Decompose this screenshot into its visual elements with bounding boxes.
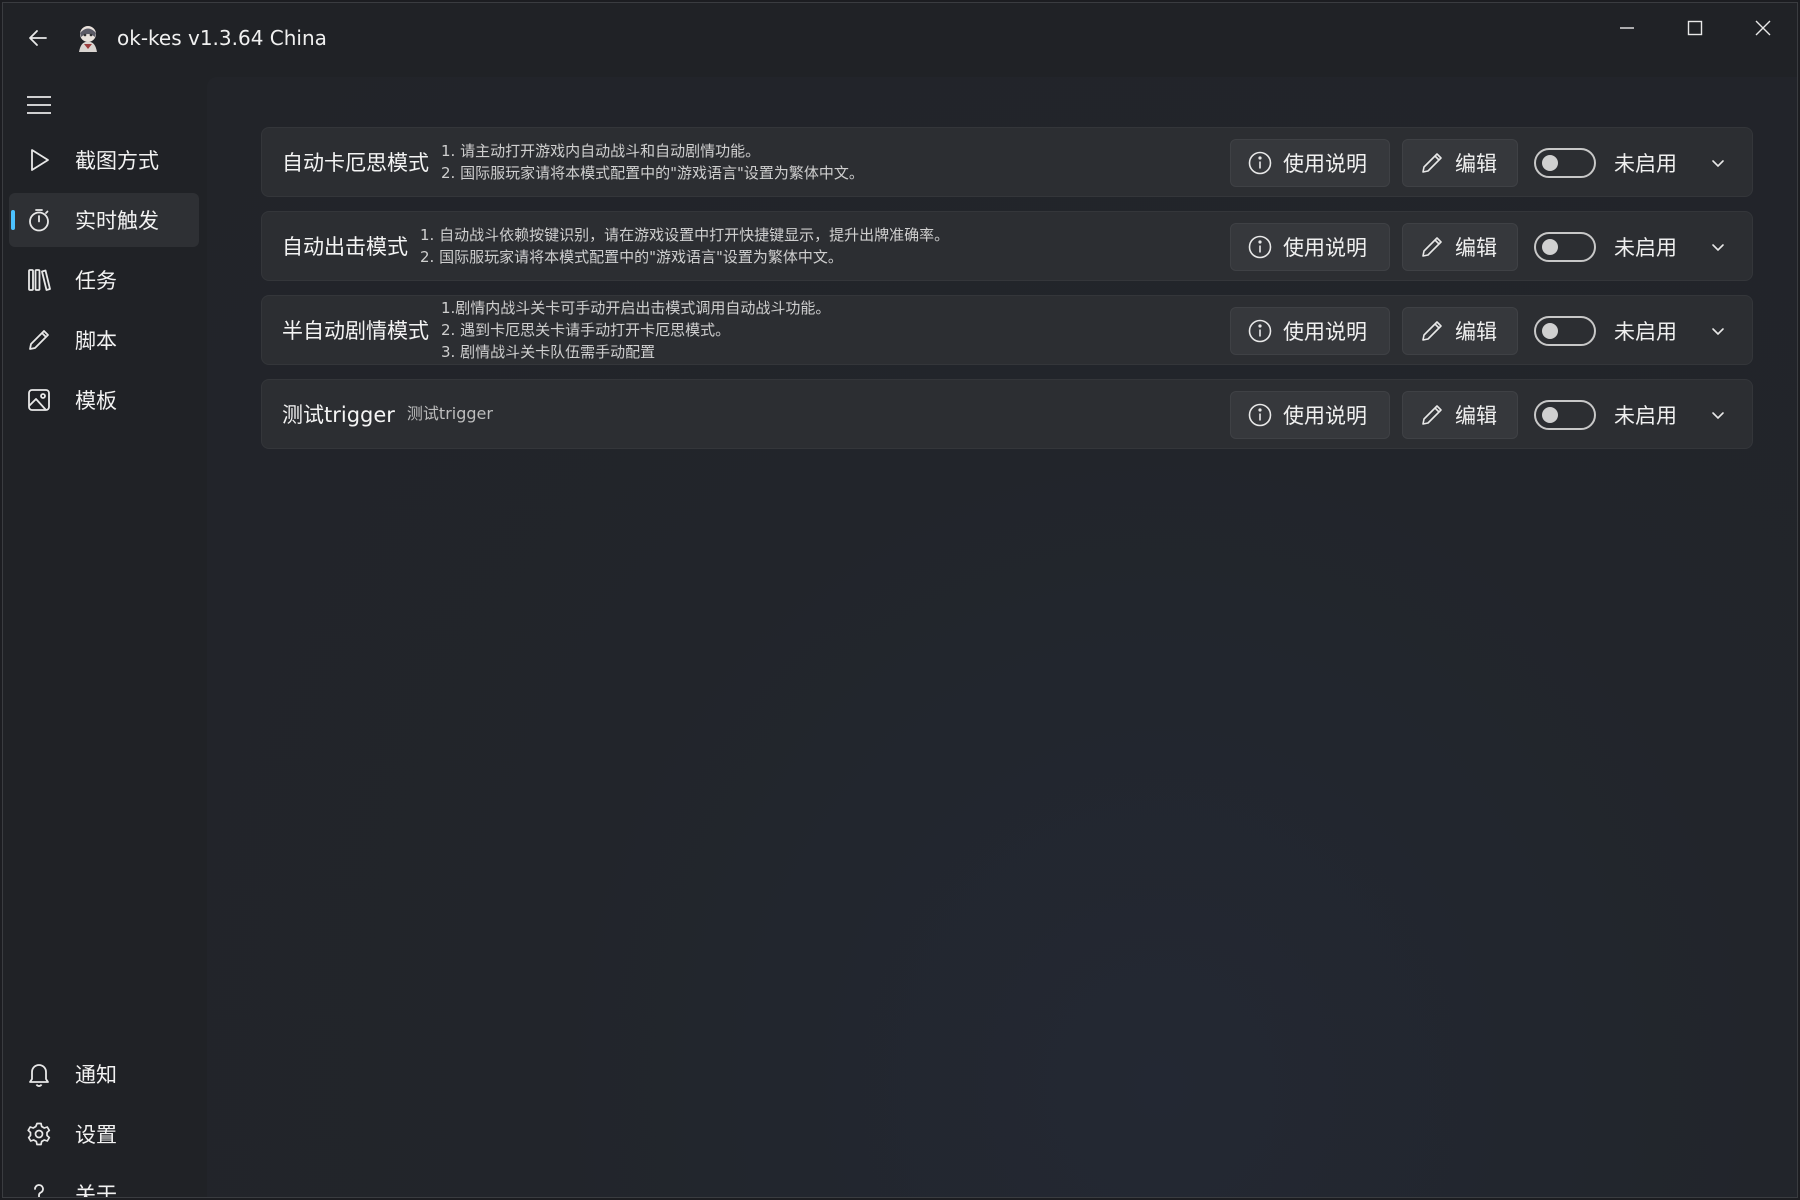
library-icon	[28, 269, 51, 291]
info-icon	[1248, 403, 1272, 427]
title-bar: ok-kes v1.3.64 China	[3, 3, 1797, 73]
chevron-down-icon	[1712, 328, 1724, 336]
sidebar-item-label: 关于	[75, 1183, 117, 1198]
trigger-card-chaos-mode: 自动卡厄思模式 1. 请主动打开游戏内自动战斗和自动剧情功能。 2. 国际服玩家…	[261, 127, 1753, 197]
minimize-button[interactable]	[1593, 3, 1661, 53]
card-actions: 使用说明 编辑 未启用	[1230, 128, 1752, 198]
expand-button[interactable]	[1690, 391, 1746, 439]
sidebar-item-label: 设置	[75, 1123, 117, 1147]
card-description: 测试trigger	[406, 404, 493, 423]
card-actions: 使用说明 编辑 未启用	[1230, 212, 1752, 282]
sidebar-item-label: 截图方式	[75, 149, 159, 173]
pencil-icon	[1422, 153, 1442, 173]
sidebar-item-tasks[interactable]: 任务	[9, 253, 199, 307]
card-title: 半自动剧情模式	[282, 319, 429, 343]
sidebar-item-about[interactable]: 关于	[9, 1167, 199, 1198]
enable-toggle[interactable]	[1534, 148, 1596, 178]
expand-button[interactable]	[1690, 223, 1746, 271]
sidebar-item-templates[interactable]: 模板	[9, 373, 199, 427]
toggle-status: 未启用	[1614, 404, 1677, 428]
close-button[interactable]	[1729, 3, 1797, 53]
bell-icon	[29, 1064, 49, 1087]
enable-toggle[interactable]	[1534, 316, 1596, 346]
main-content: 自动卡厄思模式 1. 请主动打开游戏内自动战斗和自动剧情功能。 2. 国际服玩家…	[207, 77, 1797, 1197]
edit-button[interactable]: 编辑	[1402, 223, 1518, 271]
sidebar-item-label: 实时触发	[75, 209, 159, 233]
sidebar-item-notifications[interactable]: 通知	[9, 1047, 199, 1101]
expand-button[interactable]	[1690, 139, 1746, 187]
trigger-card-sortie-mode: 自动出击模式 1. 自动战斗依赖按键识别，请在游戏设置中打开快捷键显示，提升出牌…	[261, 211, 1753, 281]
sidebar-item-capture[interactable]: 截图方式	[9, 133, 199, 187]
play-icon	[31, 149, 49, 171]
card-title: 自动出击模式	[282, 235, 408, 259]
close-icon	[1755, 20, 1771, 36]
app-window: ok-kes v1.3.64 China 截图方式 实时触发 任务 脚本 模板 …	[2, 2, 1798, 1198]
info-button[interactable]: 使用说明	[1230, 307, 1390, 355]
toggle-status: 未启用	[1614, 152, 1677, 176]
edit-button[interactable]: 编辑	[1402, 139, 1518, 187]
trigger-card-story-mode: 半自动剧情模式 1.剧情内战斗关卡可手动开启出击模式调用自动战斗功能。 2. 遇…	[261, 295, 1753, 365]
sidebar-item-settings[interactable]: 设置	[9, 1107, 199, 1161]
card-title: 自动卡厄思模式	[282, 151, 429, 175]
sidebar-item-label: 模板	[75, 389, 117, 413]
edit-button[interactable]: 编辑	[1402, 391, 1518, 439]
arrow-left-icon	[29, 30, 47, 46]
card-actions: 使用说明 编辑 未启用	[1230, 296, 1752, 366]
image-icon	[28, 389, 50, 411]
maximize-button[interactable]	[1661, 3, 1729, 53]
toggle-status: 未启用	[1614, 236, 1677, 260]
app-logo-icon	[79, 26, 97, 52]
sidebar-item-label: 任务	[75, 269, 117, 293]
edit-button[interactable]: 编辑	[1402, 307, 1518, 355]
info-icon	[1248, 319, 1272, 343]
sidebar-item-label: 通知	[75, 1063, 117, 1087]
pencil-icon	[1422, 405, 1442, 425]
chevron-down-icon	[1712, 412, 1724, 420]
card-description: 1. 请主动打开游戏内自动战斗和自动剧情功能。 2. 国际服玩家请将本模式配置中…	[441, 142, 864, 182]
sidebar-item-label: 脚本	[75, 329, 117, 353]
sidebar: 截图方式 实时触发 任务 脚本 模板 通知 设置 关于	[3, 73, 207, 1198]
menu-toggle-button[interactable]	[13, 81, 65, 129]
info-button[interactable]: 使用说明	[1230, 391, 1390, 439]
card-title: 测试trigger	[282, 403, 395, 427]
toggle-status: 未启用	[1614, 320, 1677, 344]
info-button[interactable]: 使用说明	[1230, 223, 1390, 271]
back-button[interactable]	[3, 3, 73, 73]
stopwatch-icon	[29, 209, 49, 232]
trigger-card-test: 测试trigger 测试trigger 使用说明 编辑 未启用	[261, 379, 1753, 449]
expand-button[interactable]	[1690, 307, 1746, 355]
enable-toggle[interactable]	[1534, 232, 1596, 262]
chevron-down-icon	[1712, 160, 1724, 168]
active-indicator	[11, 210, 15, 230]
minimize-icon	[1620, 27, 1634, 29]
maximize-icon	[1687, 20, 1703, 36]
pencil-icon	[1422, 237, 1442, 257]
chevron-down-icon	[1712, 244, 1724, 252]
pencil-icon	[1422, 321, 1442, 341]
card-description: 1.剧情内战斗关卡可手动开启出击模式调用自动战斗功能。 2. 遇到卡厄思关卡请手…	[441, 299, 831, 361]
info-icon	[1248, 151, 1272, 175]
sidebar-item-triggers[interactable]: 实时触发	[9, 193, 199, 247]
enable-toggle[interactable]	[1534, 400, 1596, 430]
window-controls	[1593, 3, 1797, 53]
sidebar-item-scripts[interactable]: 脚本	[9, 313, 199, 367]
hamburger-icon	[27, 96, 51, 114]
card-description: 1. 自动战斗依赖按键识别，请在游戏设置中打开快捷键显示，提升出牌准确率。 2.…	[420, 226, 950, 266]
question-icon	[34, 1184, 44, 1197]
card-actions: 使用说明 编辑 未启用	[1230, 380, 1752, 450]
info-icon	[1248, 235, 1272, 259]
gear-icon	[27, 1122, 51, 1146]
info-button[interactable]: 使用说明	[1230, 139, 1390, 187]
pencil-icon	[29, 330, 49, 350]
window-title: ok-kes v1.3.64 China	[117, 26, 327, 50]
